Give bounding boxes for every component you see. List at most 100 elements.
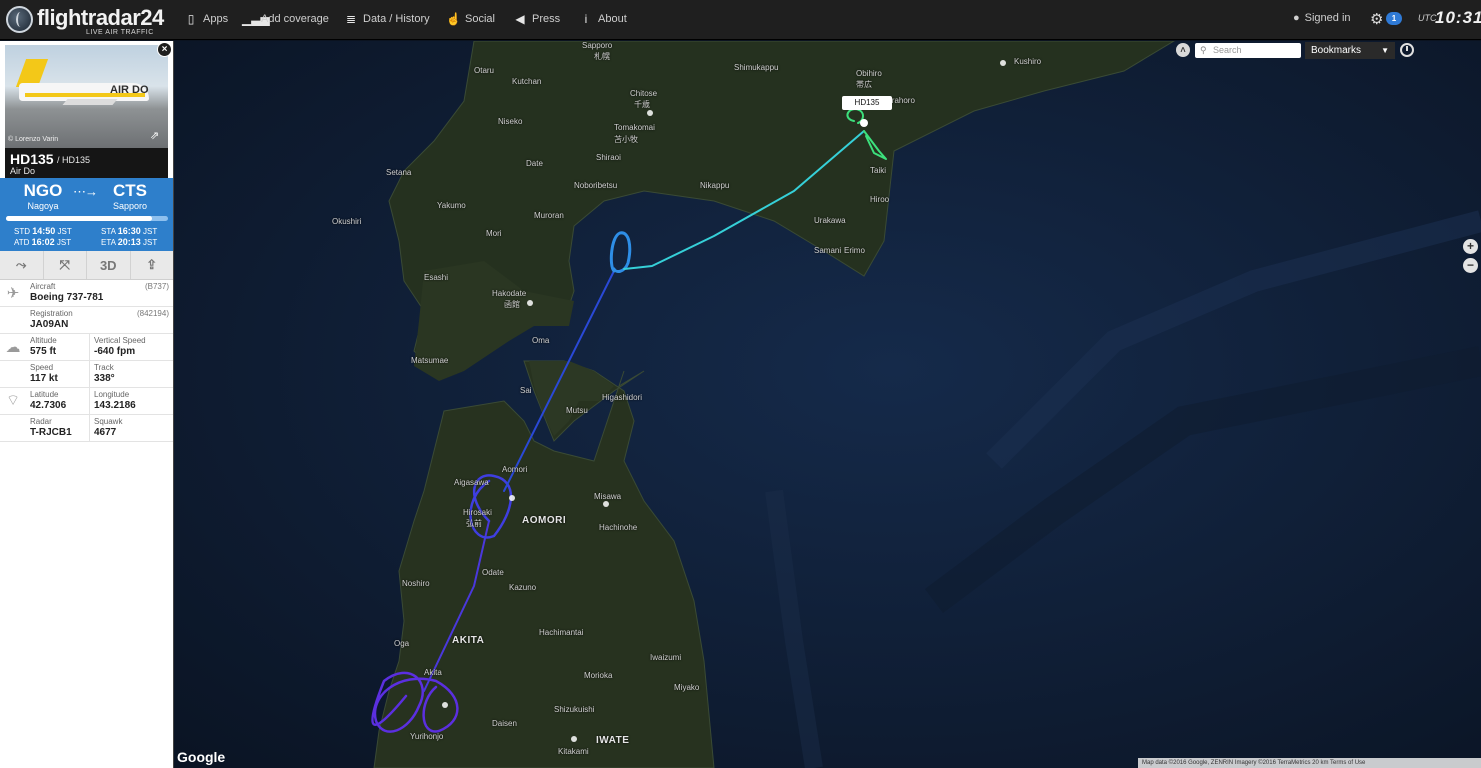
nav-social-label: Social — [465, 13, 495, 25]
destination-city: Sapporo — [112, 201, 148, 211]
utc-label: UTC — [1418, 13, 1437, 23]
nav-apps[interactable]: ▯ Apps — [184, 12, 228, 26]
detail-row-radar: Radar T-RJCB1 Squawk 4677 — [0, 415, 173, 442]
nav-data-history[interactable]: ≣ Data / History — [344, 12, 430, 26]
sta-tz: JST — [143, 227, 158, 236]
nav-about[interactable]: i About — [579, 12, 627, 26]
flight-progress-fill — [6, 216, 152, 221]
airplane-icon: ✈ — [6, 285, 20, 302]
brand-tagline: LIVE AIR TRAFFIC — [86, 29, 154, 36]
map-place-label: Matsumae — [411, 356, 449, 365]
registration-label: Registration — [30, 309, 73, 318]
search-input[interactable]: ⚲ Search — [1195, 43, 1301, 58]
map-place-label: Chitose — [630, 89, 658, 98]
route-icon[interactable]: ⤳ — [0, 251, 44, 279]
squawk-label: Squawk — [94, 417, 123, 426]
aircraft-photo[interactable]: AIR DO © Lorenzo Varin ⇗ — [5, 45, 168, 148]
nav-add-coverage[interactable]: ▁▃▅ Add coverage — [242, 12, 329, 26]
view-3d-button[interactable]: 3D — [87, 251, 131, 279]
track-value: 338° — [94, 373, 115, 384]
origin-code[interactable]: NGO — [13, 181, 73, 201]
eta-label: ETA — [101, 238, 116, 247]
map-place-label: Obihiro — [856, 69, 882, 78]
map-canvas[interactable]: Sapporo 札幌 Chitose 千歳 Tomakomai 苫小牧 Obihiro 帯広 K… — [174, 41, 1481, 768]
aircraft-code: (B737) — [144, 282, 169, 291]
flight-progress-bar — [6, 216, 168, 221]
google-logo: Google — [177, 749, 226, 765]
map-place-label: Noshiro — [402, 579, 430, 588]
signed-in-label: Signed in — [1304, 12, 1351, 24]
nav-data-history-label: Data / History — [363, 13, 430, 25]
map-place-label: Niseko — [498, 117, 523, 126]
aircraft-marker-icon — [860, 119, 868, 127]
latitude-value: 42.7306 — [30, 400, 67, 411]
close-panel-button[interactable]: × — [157, 42, 172, 57]
nav-add-coverage-label: Add coverage — [261, 13, 329, 25]
chevron-down-icon: ▼ — [1381, 46, 1389, 55]
utc-clock: 10:31 — [1435, 8, 1481, 27]
speed-value: 117 kt — [30, 373, 58, 384]
atd-label: ATD — [14, 238, 30, 247]
map-place-label: 帯広 — [856, 80, 872, 89]
flightradar24-logo[interactable]: flightradar24 LIVE AIR TRAFFIC — [6, 4, 166, 38]
map-attribution[interactable]: Map data ©2016 Google, ZENRIN Imagery ©2… — [1138, 758, 1481, 768]
altitude-value: 575 ft — [30, 346, 57, 357]
map-place-label: Noboribetsu — [574, 181, 618, 190]
radar-value: T-RJCB1 — [30, 427, 72, 438]
share-icon[interactable]: ⇪ — [131, 251, 174, 279]
aircraft-callsign-tag[interactable]: HD135 — [842, 96, 892, 110]
map-place-label: Date — [526, 159, 543, 168]
expand-icon[interactable]: ⤧ — [44, 251, 87, 279]
zoom-in-button[interactable]: + — [1463, 239, 1478, 254]
clock-history-icon[interactable] — [1400, 43, 1414, 57]
nav-press[interactable]: ◀ Press — [513, 12, 560, 26]
map-place-label: Kazuno — [509, 583, 537, 592]
settings-gear-icon[interactable]: ⚙ — [1370, 10, 1383, 28]
squawk-value: 4677 — [94, 427, 117, 438]
map-place-label: Iwaizumi — [650, 653, 682, 662]
map-place-label: Tomakomai — [614, 123, 655, 132]
flight-info-panel: AIR DO © Lorenzo Varin ⇗ × HD135 / HD135… — [0, 41, 174, 768]
map-place-label: Mori — [486, 229, 502, 238]
phone-icon: ▯ — [187, 12, 195, 26]
route-arrow-icon: ⋯→ — [73, 184, 98, 199]
thumbs-up-icon: ☝ — [446, 12, 461, 26]
destination-code[interactable]: CTS — [100, 181, 160, 201]
cloud-icon: ☁ — [5, 339, 21, 356]
notification-badge[interactable]: 1 — [1386, 12, 1402, 25]
open-external-icon[interactable]: ⇗ — [150, 130, 163, 142]
std-label: STD — [14, 227, 30, 236]
map-place-label: Nikappu — [700, 181, 730, 190]
eta-tz: JST — [143, 238, 158, 247]
collapse-up-icon[interactable]: ˄ — [1176, 43, 1190, 57]
map-place-label: Morioka — [584, 671, 613, 680]
map-place-label: Urakawa — [814, 216, 846, 225]
map-place-label: Aigasawa — [454, 478, 489, 487]
map-place-label: Hachinohe — [599, 523, 638, 532]
bookmarks-dropdown[interactable]: Bookmarks ▼ — [1305, 42, 1395, 59]
atd-tz: JST — [56, 238, 72, 247]
map-place-label: Samani — [814, 246, 842, 255]
map-place-label: Hachimantai — [539, 628, 584, 637]
map-place-label: Shimukappu — [734, 63, 779, 72]
signal-bars-icon: ▁▃▅ — [242, 12, 270, 26]
photo-credit: © Lorenzo Varin — [8, 136, 59, 143]
map-place-label: Akita — [424, 668, 442, 677]
map-place-label: 札幌 — [594, 52, 610, 61]
map-place-label: Setana — [386, 168, 412, 177]
aircraft-type: Boeing 737-781 — [30, 292, 104, 303]
detail-row-registration: Registration JA09AN (842194) — [0, 307, 173, 334]
brand-number: 24 — [140, 5, 164, 30]
map-place-label: Kutchan — [512, 77, 542, 86]
map-place-label: Yakumo — [437, 201, 466, 210]
map-place-label: Erimo — [844, 246, 865, 255]
map-place-label: Hirosaki — [463, 508, 492, 517]
map-place-label: Kitakami — [558, 747, 589, 756]
map-place-label: Hakodate — [492, 289, 527, 298]
account-menu[interactable]: ● Signed in — [1293, 12, 1351, 24]
nav-social[interactable]: ☝ Social — [446, 12, 495, 26]
nav-apps-label: Apps — [203, 13, 229, 25]
map-place-label: Higashidori — [602, 393, 643, 402]
detail-row-speed: Speed 117 kt Track 338° — [0, 361, 173, 388]
zoom-out-button[interactable]: − — [1463, 258, 1478, 273]
